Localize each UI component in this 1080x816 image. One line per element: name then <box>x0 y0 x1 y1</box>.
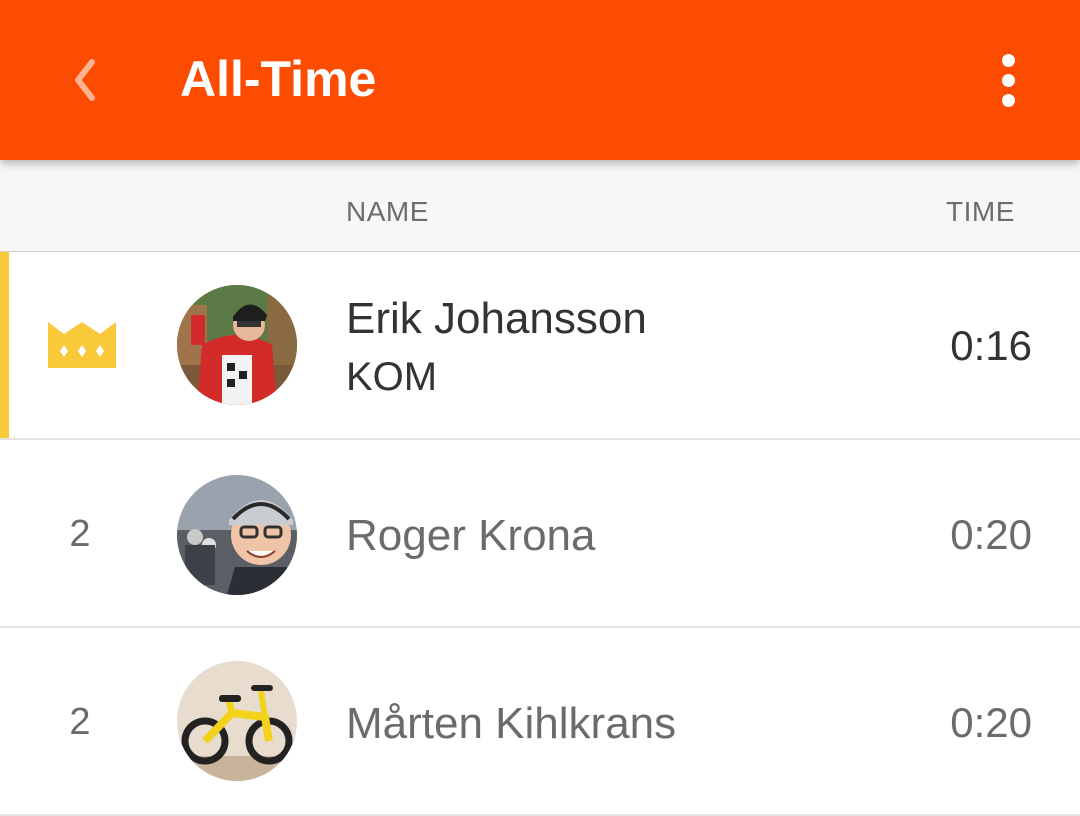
crown-icon <box>48 322 116 368</box>
chevron-left-icon <box>75 59 95 101</box>
athlete-avatar[interactable] <box>177 661 297 781</box>
more-vertical-icon-dot <box>1001 73 1015 87</box>
athlete-name: Roger Krona <box>346 511 596 560</box>
effort-time: 0:20 <box>950 699 1032 746</box>
kom-badge: KOM <box>346 355 438 399</box>
app-bar: All-Time <box>0 0 1080 160</box>
leaderboard-row[interactable]: 2 Roger Krona 0:20 <box>0 440 1080 628</box>
name-column-header: NAME <box>346 196 429 227</box>
athlete-avatar[interactable] <box>177 475 297 595</box>
athlete-avatar[interactable] <box>177 285 297 405</box>
rank-number: 2 <box>69 701 91 743</box>
athlete-name: Mårten Kihlkrans <box>346 699 677 748</box>
athlete-name: Erik Johansson <box>346 294 647 343</box>
more-options-button[interactable] <box>976 40 1040 120</box>
time-column-header: TIME <box>946 196 1015 227</box>
rank-number: 2 <box>69 513 91 555</box>
more-vertical-icon-dot <box>1001 93 1015 107</box>
leaderboard-row[interactable]: 2 Mårten Kihlkrans 0:20 <box>0 628 1080 816</box>
leaderboard-row[interactable]: Erik Johansson KOM 0:16 <box>0 252 1080 440</box>
effort-time: 0:16 <box>950 322 1032 369</box>
kom-highlight-bar <box>0 252 9 438</box>
column-header: NAME TIME <box>0 160 1080 252</box>
effort-time: 0:20 <box>950 511 1032 558</box>
more-vertical-icon <box>1001 53 1015 67</box>
page-title: All-Time <box>180 51 377 107</box>
back-button[interactable] <box>50 40 120 120</box>
